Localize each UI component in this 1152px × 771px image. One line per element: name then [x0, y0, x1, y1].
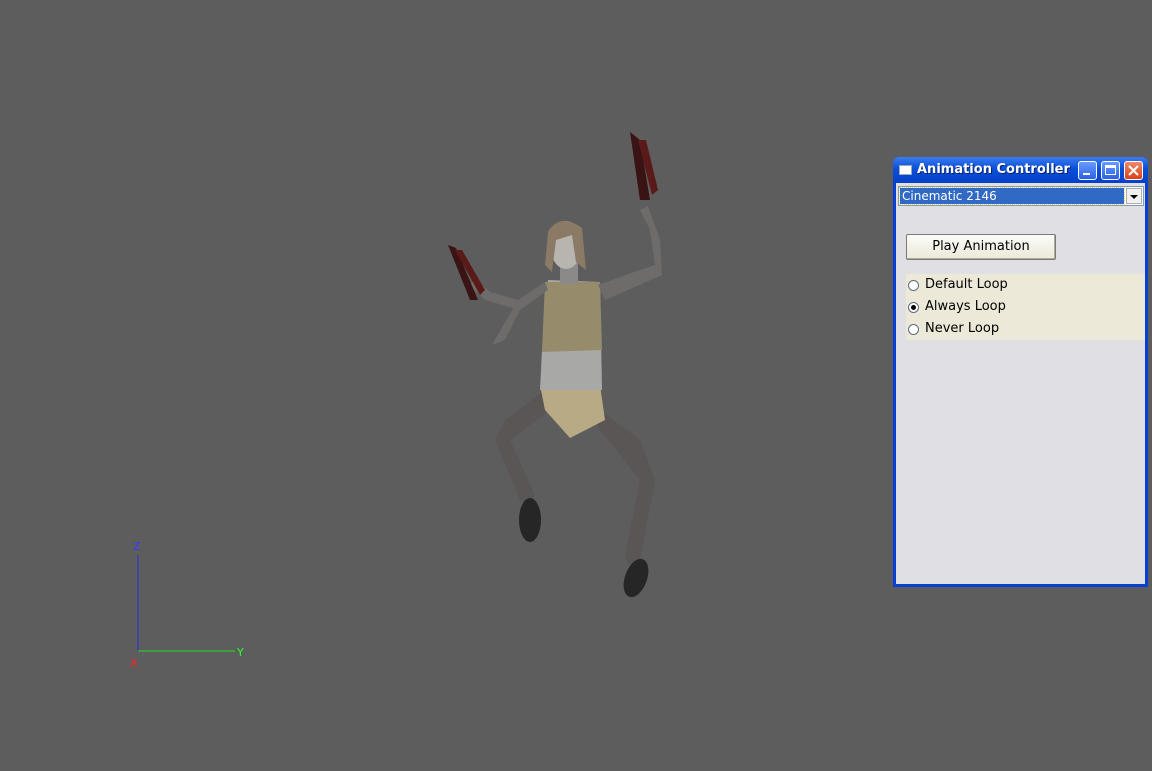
radio-button[interactable]	[908, 324, 919, 335]
window-client-area: Cinematic 2146 Play Animation Default Lo…	[896, 183, 1145, 584]
axis-x-label: X	[130, 657, 138, 670]
window-titlebar[interactable]: Animation Controller	[893, 157, 1148, 183]
minimize-button[interactable]	[1078, 161, 1097, 180]
play-animation-button[interactable]: Play Animation	[906, 234, 1056, 260]
radio-label: Default Loop	[925, 277, 1008, 292]
animation-controller-window: Animation Controller Cinematic 2146 Play…	[893, 157, 1148, 587]
radio-label: Always Loop	[925, 299, 1006, 314]
animation-select-value: Cinematic 2146	[899, 187, 1125, 205]
radio-label: Never Loop	[925, 321, 1000, 336]
radio-button[interactable]	[908, 280, 919, 291]
maximize-button[interactable]	[1101, 161, 1120, 180]
close-button[interactable]	[1124, 161, 1143, 180]
axis-z-label: Z	[133, 540, 141, 553]
animation-select[interactable]: Cinematic 2146	[898, 186, 1144, 206]
window-title: Animation Controller	[917, 162, 1070, 177]
axis-y-label: Y	[237, 646, 244, 659]
window-icon	[899, 165, 912, 175]
loop-mode-group: Default Loop Always Loop Never Loop	[906, 274, 1145, 340]
close-icon	[1128, 165, 1139, 176]
radio-button[interactable]	[908, 302, 919, 313]
chevron-down-icon[interactable]	[1126, 188, 1142, 204]
character-model[interactable]	[448, 132, 662, 601]
